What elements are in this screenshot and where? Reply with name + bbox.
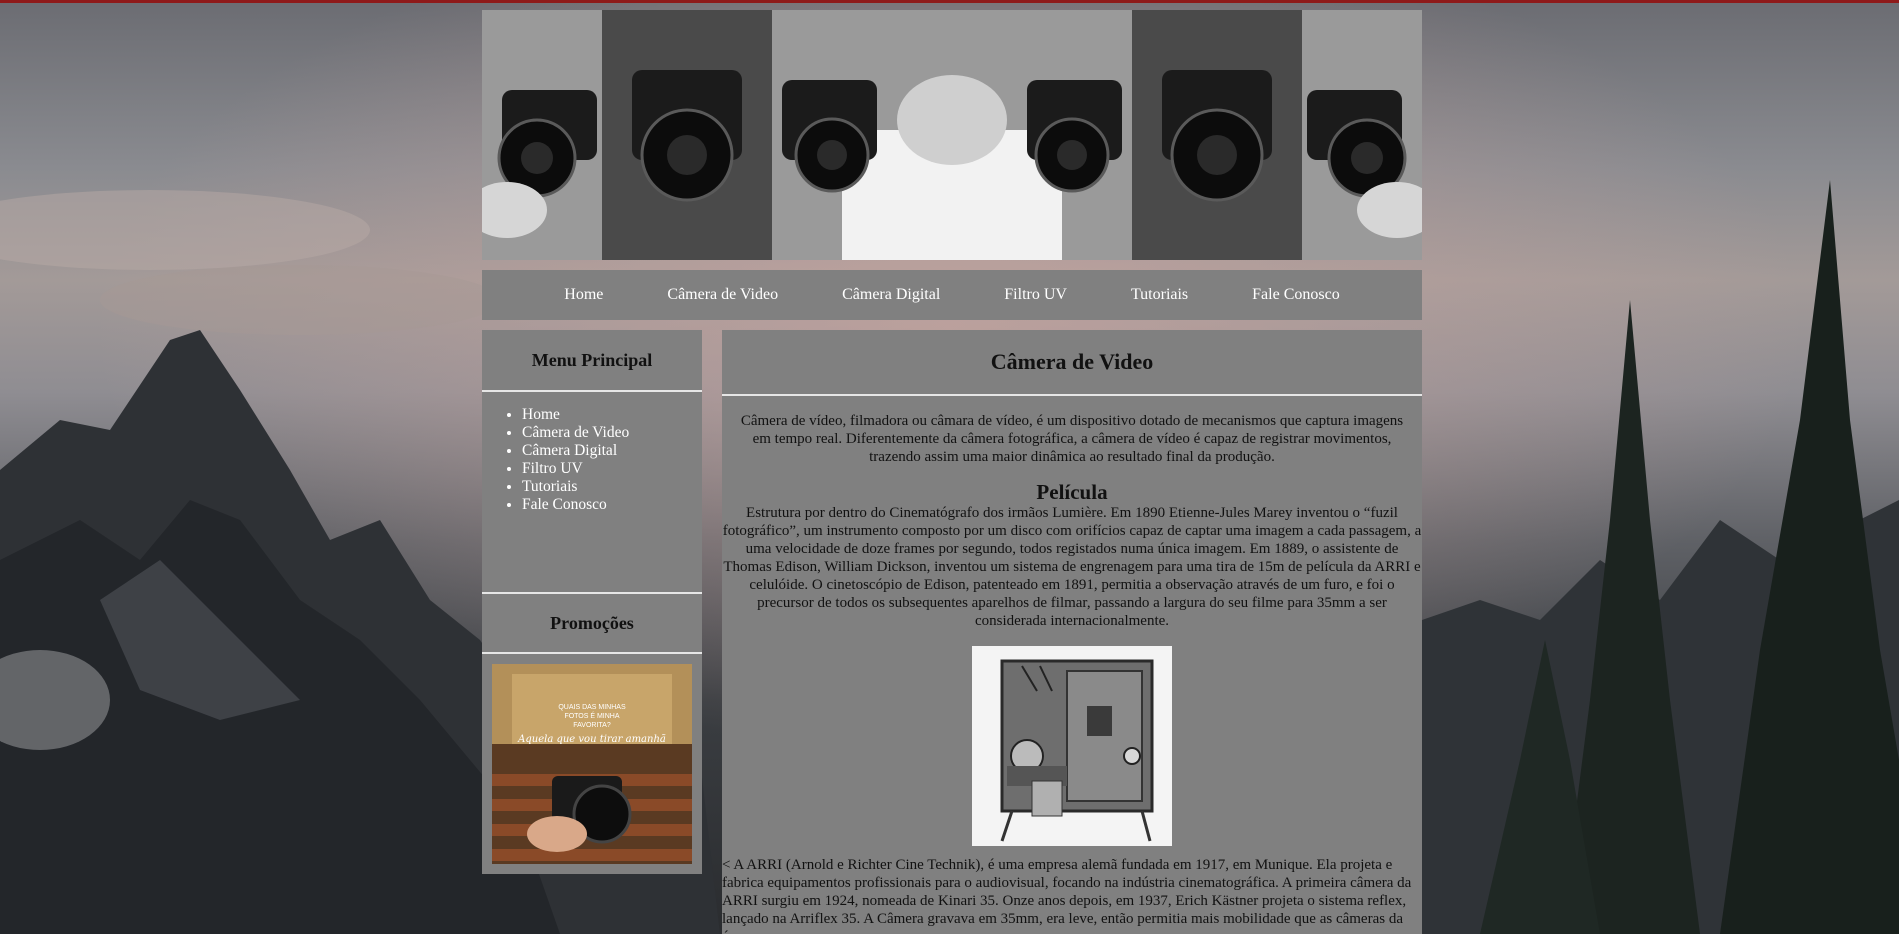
sidebar-link-home[interactable]: Home bbox=[522, 406, 560, 423]
intro-paragraph: Câmera de vídeo, filmadora ou câmara de … bbox=[740, 413, 1404, 465]
pelicula-paragraph: Estrutura por dentro do Cinematógrafo do… bbox=[722, 505, 1422, 629]
sidebar-item-camera-digital: Câmera Digital bbox=[522, 442, 702, 460]
promo-text-2: FOTOS É MINHA bbox=[564, 711, 619, 720]
sidebar-item-camera-de-video: Câmera de Video bbox=[522, 424, 702, 442]
cinematograph-illustration bbox=[972, 646, 1172, 846]
nav-camera-de-video[interactable]: Câmera de Video bbox=[635, 286, 810, 304]
promo-text-4: Aquela que vou tirar amanhã bbox=[517, 734, 666, 745]
main-content: Câmera de Video Câmera de vídeo, filmado… bbox=[722, 330, 1422, 934]
sidebar-item-home: Home bbox=[522, 406, 702, 424]
sidebar-menu-title: Menu Principal bbox=[482, 330, 702, 392]
sidebar: Menu Principal Home Câmera de Video Câme… bbox=[482, 330, 702, 874]
nav-fale-conosco[interactable]: Fale Conosco bbox=[1220, 286, 1372, 304]
sidebar-promo-title: Promoções bbox=[482, 594, 702, 654]
promo-text-3: FAVORITA? bbox=[573, 722, 611, 729]
sidebar-link-filtro-uv[interactable]: Filtro UV bbox=[522, 460, 583, 477]
sidebar-menu-list: Home Câmera de Video Câmera Digital Filt… bbox=[482, 406, 702, 514]
sidebar-item-filtro-uv: Filtro UV bbox=[522, 460, 702, 478]
sidebar-link-camera-de-video[interactable]: Câmera de Video bbox=[522, 424, 629, 441]
nav-home[interactable]: Home bbox=[532, 286, 635, 304]
nav-tutoriais[interactable]: Tutoriais bbox=[1099, 286, 1220, 304]
cameras-banner-illustration bbox=[482, 10, 1422, 260]
sidebar-item-fale-conosco: Fale Conosco bbox=[522, 496, 702, 514]
nav-camera-digital[interactable]: Câmera Digital bbox=[810, 286, 972, 304]
sidebar-link-tutoriais[interactable]: Tutoriais bbox=[522, 478, 577, 495]
sidebar-menu: Home Câmera de Video Câmera Digital Filt… bbox=[482, 406, 702, 594]
top-navigation: Home Câmera de Video Câmera Digital Filt… bbox=[482, 270, 1422, 320]
arri-paragraph: < A ARRI (Arnold e Richter Cine Technik)… bbox=[722, 857, 1412, 934]
section-title-pelicula: Película bbox=[1036, 480, 1108, 504]
promo-image[interactable]: QUAIS DAS MINHAS FOTOS É MINHA FAVORITA?… bbox=[492, 664, 692, 864]
promo-camera-photo: QUAIS DAS MINHAS FOTOS É MINHA FAVORITA?… bbox=[492, 664, 692, 864]
promo-text-1: QUAIS DAS MINHAS bbox=[558, 704, 626, 711]
header-banner-image bbox=[482, 10, 1422, 260]
sidebar-link-camera-digital[interactable]: Câmera Digital bbox=[522, 442, 617, 459]
nav-filtro-uv[interactable]: Filtro UV bbox=[972, 286, 1099, 304]
cinematograph-image bbox=[972, 646, 1172, 846]
page-title: Câmera de Video bbox=[722, 330, 1422, 396]
top-accent-line bbox=[0, 0, 1899, 3]
sidebar-item-tutoriais: Tutoriais bbox=[522, 478, 702, 496]
sidebar-link-fale-conosco[interactable]: Fale Conosco bbox=[522, 496, 607, 513]
